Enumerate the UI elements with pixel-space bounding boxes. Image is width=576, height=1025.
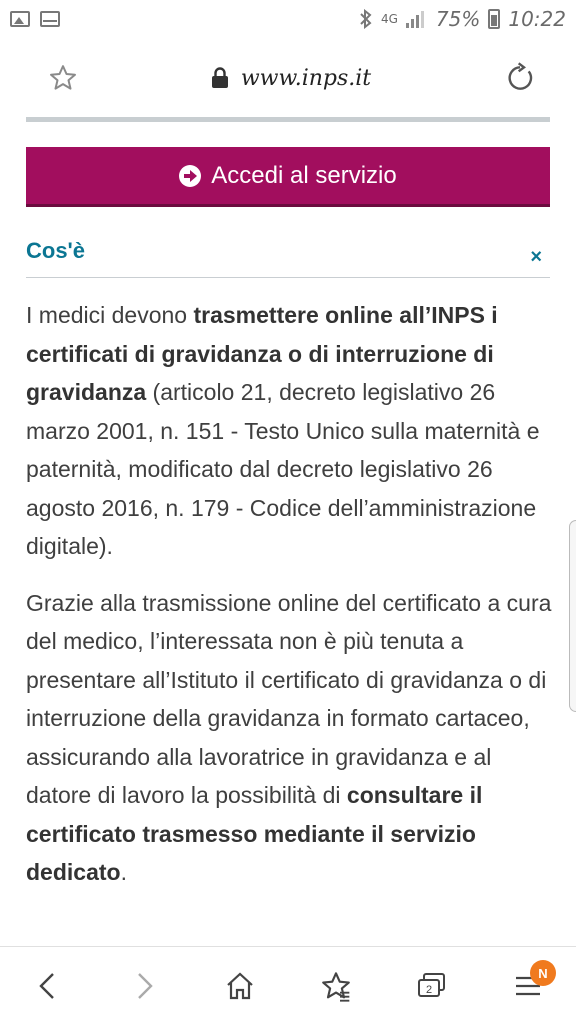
arrow-right-circle-icon xyxy=(179,164,202,187)
edge-panel-handle[interactable] xyxy=(569,520,576,712)
paragraph-1: I medici devono trasmettere online all’I… xyxy=(26,296,552,566)
bluetooth-icon xyxy=(360,9,372,29)
paragraph-1-text-c: (articolo 21, decreto legislativo 26 mar… xyxy=(26,379,540,559)
tabs-icon: 2 xyxy=(418,973,445,997)
battery-percent: 75% xyxy=(435,7,481,31)
mail-notification-icon xyxy=(40,11,60,27)
tabs-count: 2 xyxy=(426,984,432,996)
browser-address-bar: www.inps.it xyxy=(0,40,576,116)
section-title: Cos'è xyxy=(26,238,86,263)
paragraph-2: Grazie alla trasmissione online del cert… xyxy=(26,584,552,892)
forward-button[interactable] xyxy=(114,956,174,1016)
section-content: I medici devono trasmettere online all’I… xyxy=(26,296,552,910)
tabs-button[interactable]: 2 xyxy=(402,956,462,1016)
forward-icon xyxy=(138,973,153,999)
clock: 10:22 xyxy=(508,7,566,31)
section-header: Cos'è × xyxy=(26,232,550,278)
network-type: 4G xyxy=(380,12,398,26)
menu-button[interactable]: N xyxy=(498,956,558,1016)
address-bar-divider xyxy=(26,117,550,122)
back-button[interactable] xyxy=(18,956,78,1016)
close-icon[interactable]: × xyxy=(530,246,542,269)
star-icon[interactable] xyxy=(48,63,78,93)
image-notification-icon xyxy=(10,11,30,27)
paragraph-2-text-a: Grazie alla trasmissione online del cert… xyxy=(26,589,552,809)
access-service-label: Accedi al servizio xyxy=(211,161,397,189)
back-icon xyxy=(39,973,54,999)
home-icon xyxy=(227,972,253,1000)
paragraph-1-text-a: I medici devono xyxy=(26,302,194,328)
notification-icons xyxy=(10,11,60,27)
home-button[interactable] xyxy=(210,956,270,1016)
signal-icon xyxy=(405,10,428,28)
system-indicators: 4G 75% 10:22 xyxy=(359,7,566,31)
access-service-button[interactable]: Accedi al servizio xyxy=(26,147,550,207)
browser-bottom-nav: 2 N xyxy=(0,946,576,1025)
url-text: www.inps.it xyxy=(240,65,372,91)
battery-icon xyxy=(488,9,501,29)
reload-icon[interactable] xyxy=(504,62,536,94)
menu-badge: N xyxy=(530,960,556,986)
status-bar: 4G 75% 10:22 xyxy=(0,0,576,38)
lock-icon xyxy=(211,67,228,88)
bookmarks-icon xyxy=(322,972,350,1002)
paragraph-2-text-c: . xyxy=(120,859,127,885)
bookmarks-button[interactable] xyxy=(306,956,366,1016)
url-field[interactable]: www.inps.it xyxy=(211,66,371,91)
